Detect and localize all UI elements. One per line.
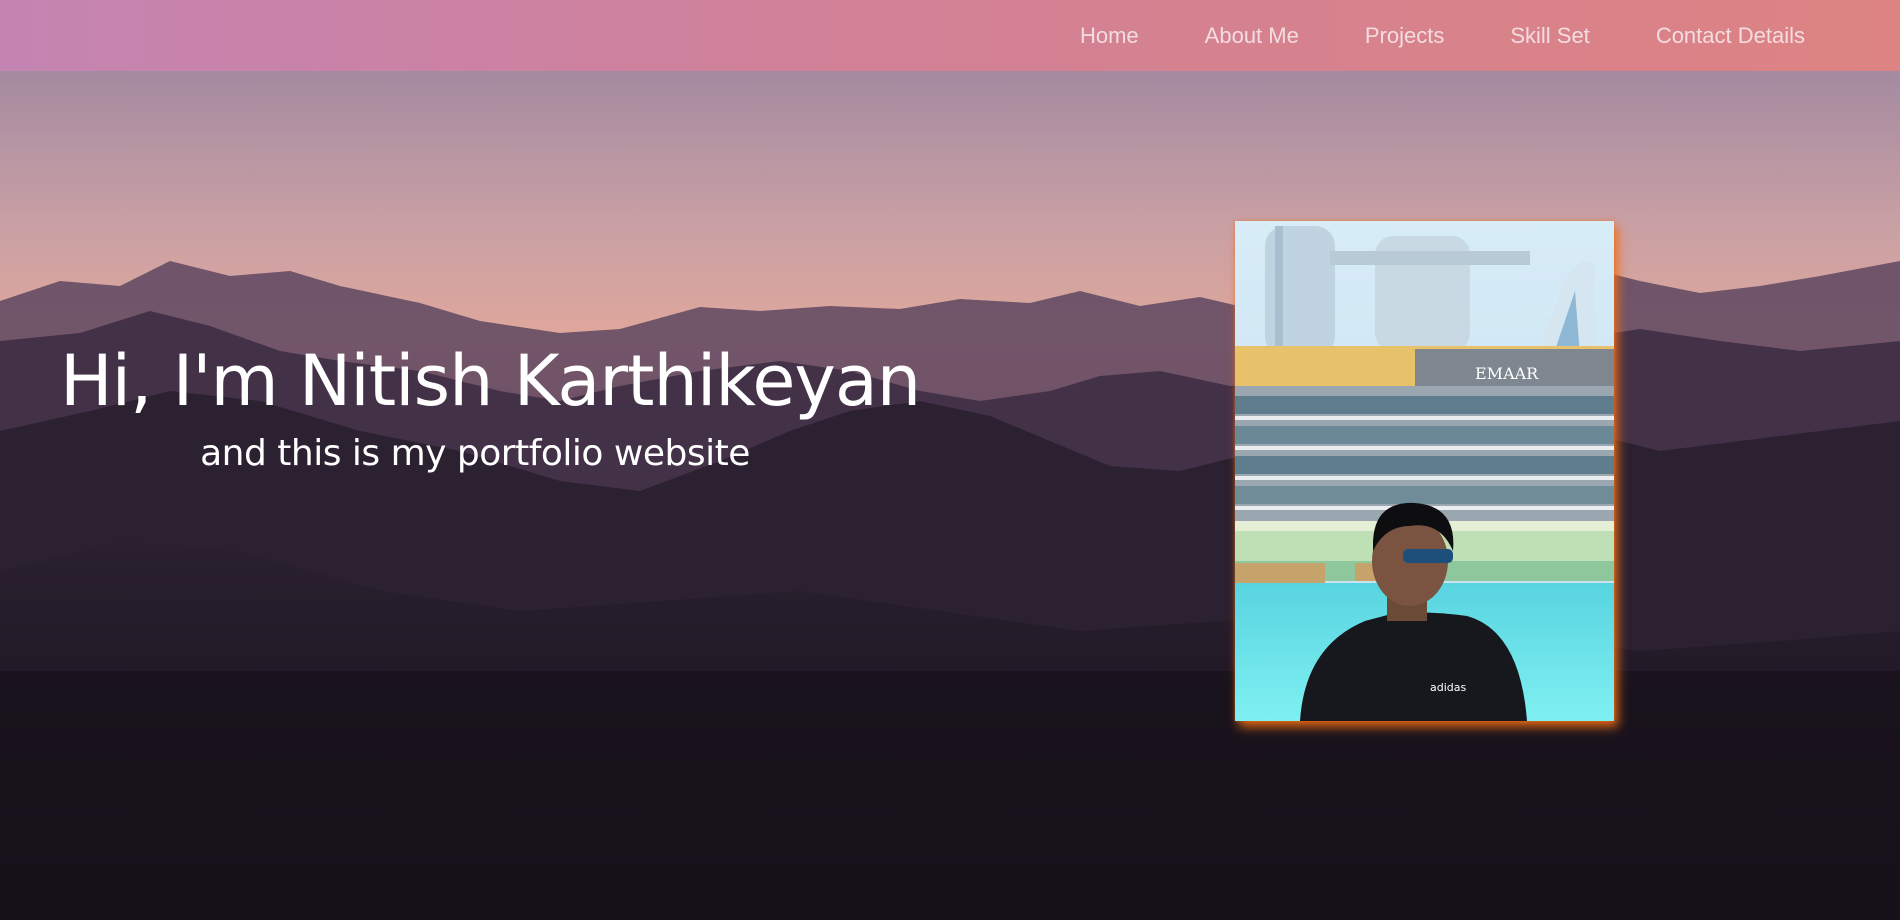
profile-photo-image: EMAAR adidas xyxy=(1235,221,1614,721)
nav-link-skill-set[interactable]: Skill Set xyxy=(1510,23,1589,49)
hero-title: Hi, I'm Nitish Karthikeyan xyxy=(60,340,921,422)
nav-link-home[interactable]: Home xyxy=(1080,23,1139,49)
page: Home About Me Projects Skill Set Contact… xyxy=(0,0,1900,920)
mountain-sunset-background xyxy=(0,71,1900,920)
nav-link-projects[interactable]: Projects xyxy=(1365,23,1444,49)
shirt-logo-text: adidas xyxy=(1430,681,1467,694)
top-navbar: Home About Me Projects Skill Set Contact… xyxy=(0,0,1900,71)
nav-link-contact-details[interactable]: Contact Details xyxy=(1656,23,1805,49)
profile-photo: EMAAR adidas xyxy=(1235,221,1614,721)
emaar-sign-text: EMAAR xyxy=(1475,364,1539,383)
nav-links: Home About Me Projects Skill Set Contact… xyxy=(1080,0,1805,71)
hero-section: EMAAR adidas xyxy=(0,71,1900,920)
hero-subtitle: and this is my portfolio website xyxy=(200,433,750,474)
nav-link-about-me[interactable]: About Me xyxy=(1205,23,1299,49)
